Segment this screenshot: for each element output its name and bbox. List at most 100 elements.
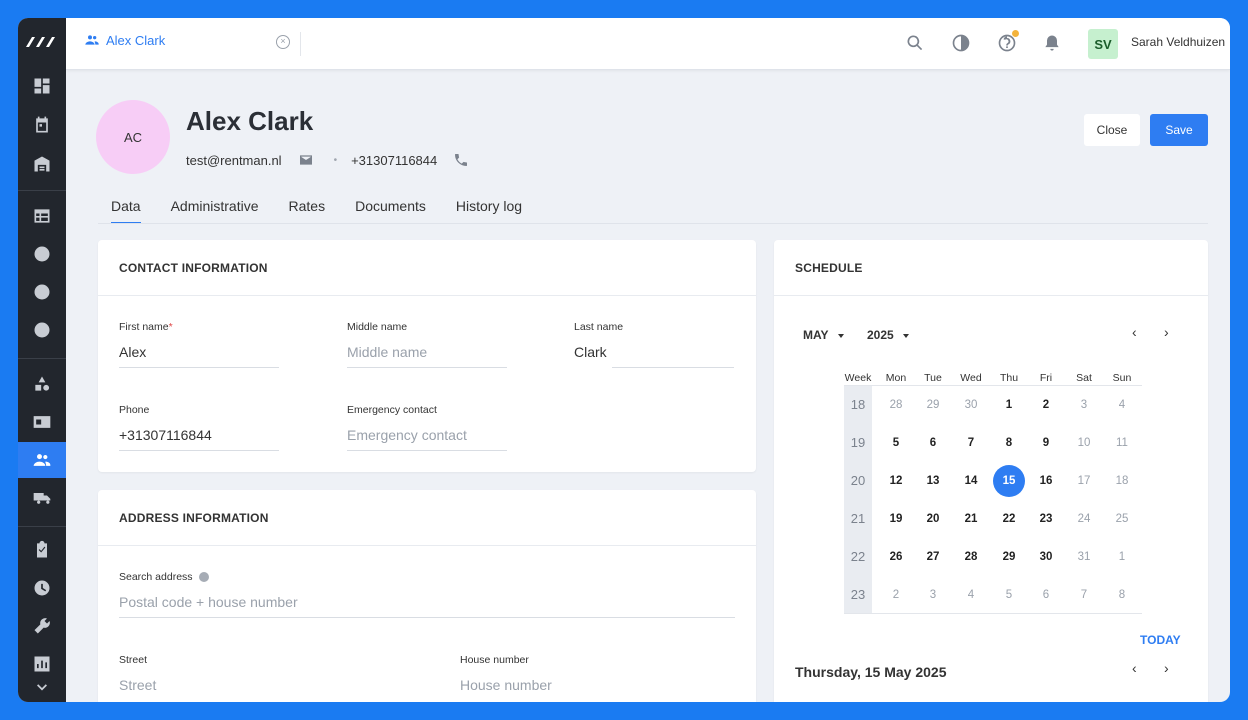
calendar-day[interactable]: 5: [880, 427, 912, 459]
calendar-day[interactable]: 2: [1030, 389, 1062, 421]
calendar-day[interactable]: 5: [993, 579, 1025, 611]
search-address-label: Search address: [119, 571, 209, 583]
calendar-day[interactable]: 11: [1106, 427, 1138, 459]
calendar-day[interactable]: 8: [993, 427, 1025, 459]
search-address-field[interactable]: Postal code + house number: [119, 594, 298, 610]
calendar-day[interactable]: 10: [1068, 427, 1100, 459]
user-avatar[interactable]: SV: [1088, 29, 1118, 59]
calendar-day[interactable]: 27: [917, 541, 949, 573]
calendar-day[interactable]: 25: [1106, 503, 1138, 535]
calendar-day[interactable]: 17: [1068, 465, 1100, 497]
shapes-icon: [35, 376, 50, 391]
calendar-day[interactable]: 13: [917, 465, 949, 497]
prev-month-icon[interactable]: ‹: [1132, 324, 1137, 340]
calendar-day[interactable]: 28: [880, 389, 912, 421]
calendar-day[interactable]: 6: [1030, 579, 1062, 611]
calendar-day[interactable]: 4: [955, 579, 987, 611]
tab-history-log[interactable]: History log: [456, 198, 522, 224]
calendar-day[interactable]: 2: [880, 579, 912, 611]
middle-name-field[interactable]: Middle name: [347, 344, 427, 360]
calendar-day[interactable]: 16: [1030, 465, 1062, 497]
close-button[interactable]: Close: [1084, 114, 1140, 146]
sidebar-exchange[interactable]: [18, 274, 66, 310]
sidebar-warehouse[interactable]: [18, 146, 66, 182]
next-month-icon[interactable]: ›: [1164, 324, 1169, 340]
calendar-day[interactable]: 6: [917, 427, 949, 459]
street-field[interactable]: Street: [119, 677, 156, 693]
sidebar-time[interactable]: [18, 570, 66, 606]
sidebar-equipment[interactable]: [18, 366, 66, 402]
open-tab-alex-clark[interactable]: Alex Clark: [84, 32, 165, 48]
calendar-day[interactable]: 12: [880, 465, 912, 497]
calendar-day[interactable]: 21: [955, 503, 987, 535]
calendar-day[interactable]: 9: [1030, 427, 1062, 459]
sidebar-crew[interactable]: [18, 442, 66, 478]
sidebar-table[interactable]: [18, 198, 66, 234]
calendar-day[interactable]: 29: [917, 389, 949, 421]
last-name-field[interactable]: Clark: [574, 344, 607, 360]
close-tab-icon[interactable]: ×: [276, 35, 290, 49]
calendar-day[interactable]: 22: [993, 503, 1025, 535]
calendar-day[interactable]: 1: [1106, 541, 1138, 573]
calendar-bottom-line: [844, 613, 1142, 614]
bell-icon[interactable]: [1041, 32, 1063, 54]
address-information-card: ADDRESS INFORMATION Search address Posta…: [98, 490, 756, 702]
mail-icon[interactable]: [298, 152, 314, 168]
calendar-day[interactable]: 31: [1068, 541, 1100, 573]
save-button[interactable]: Save: [1150, 114, 1208, 146]
sidebar-calendar[interactable]: [18, 107, 66, 143]
calendar-day[interactable]: 24: [1068, 503, 1100, 535]
today-button[interactable]: TODAY: [1140, 633, 1181, 647]
sidebar-transport[interactable]: [18, 480, 66, 516]
sidebar-contacts[interactable]: [18, 236, 66, 272]
middle-name-label: Middle name: [347, 321, 408, 333]
calendar-day[interactable]: 18: [1106, 465, 1138, 497]
calendar-day[interactable]: 23: [1030, 503, 1062, 535]
help-icon[interactable]: [996, 30, 1019, 54]
search-icon[interactable]: [904, 32, 926, 54]
house-number-field[interactable]: House number: [460, 677, 552, 693]
calendar-day[interactable]: 20: [917, 503, 949, 535]
theme-toggle-icon[interactable]: [950, 32, 972, 54]
rentman-logo[interactable]: [18, 18, 66, 66]
calendar-day[interactable]: 1: [993, 389, 1025, 421]
calendar-day[interactable]: 19: [880, 503, 912, 535]
first-name-field[interactable]: Alex: [119, 344, 146, 360]
year-select[interactable]: 2025: [867, 328, 909, 342]
month-select[interactable]: MAY: [803, 328, 844, 342]
prev-day-icon[interactable]: ‹: [1132, 660, 1137, 676]
calendar-day-selected[interactable]: 15: [993, 465, 1025, 497]
tab-administrative[interactable]: Administrative: [171, 198, 259, 224]
calendar-day[interactable]: 3: [1068, 389, 1100, 421]
calendar-day[interactable]: 26: [880, 541, 912, 573]
calendar-day[interactable]: 3: [917, 579, 949, 611]
sidebar-expand[interactable]: [18, 670, 66, 702]
calendar-day[interactable]: 8: [1106, 579, 1138, 611]
emergency-contact-field[interactable]: Emergency contact: [347, 427, 467, 443]
calendar-day[interactable]: 7: [1068, 579, 1100, 611]
tab-data[interactable]: Data: [111, 198, 141, 224]
tab-label: Alex Clark: [106, 32, 166, 48]
tab-rates[interactable]: Rates: [289, 198, 326, 224]
phone-text: +31307116844: [351, 152, 438, 168]
sidebar-finance[interactable]: [18, 312, 66, 348]
next-day-icon[interactable]: ›: [1164, 660, 1169, 676]
calendar-day[interactable]: 7: [955, 427, 987, 459]
tab-documents[interactable]: Documents: [355, 198, 426, 224]
top-bar: Alex Clark × SV Sarah Veldhuizen: [66, 18, 1230, 70]
calendar-day[interactable]: 30: [955, 389, 987, 421]
calendar-day[interactable]: 29: [993, 541, 1025, 573]
calendar-day[interactable]: 30: [1030, 541, 1062, 573]
phone-icon[interactable]: [453, 152, 469, 168]
sidebar-maintenance[interactable]: [18, 608, 66, 644]
email-text: test@rentman.nl: [186, 152, 282, 168]
page-title: Alex Clark: [186, 106, 314, 136]
calendar-day[interactable]: 14: [955, 465, 987, 497]
sidebar-tasks[interactable]: [18, 532, 66, 568]
user-name[interactable]: Sarah Veldhuizen: [1131, 35, 1225, 49]
calendar-day[interactable]: 4: [1106, 389, 1138, 421]
calendar-day[interactable]: 28: [955, 541, 987, 573]
sidebar-id-cards[interactable]: [18, 404, 66, 440]
phone-field[interactable]: +31307116844: [119, 427, 212, 443]
sidebar-dashboard[interactable]: [18, 68, 66, 104]
